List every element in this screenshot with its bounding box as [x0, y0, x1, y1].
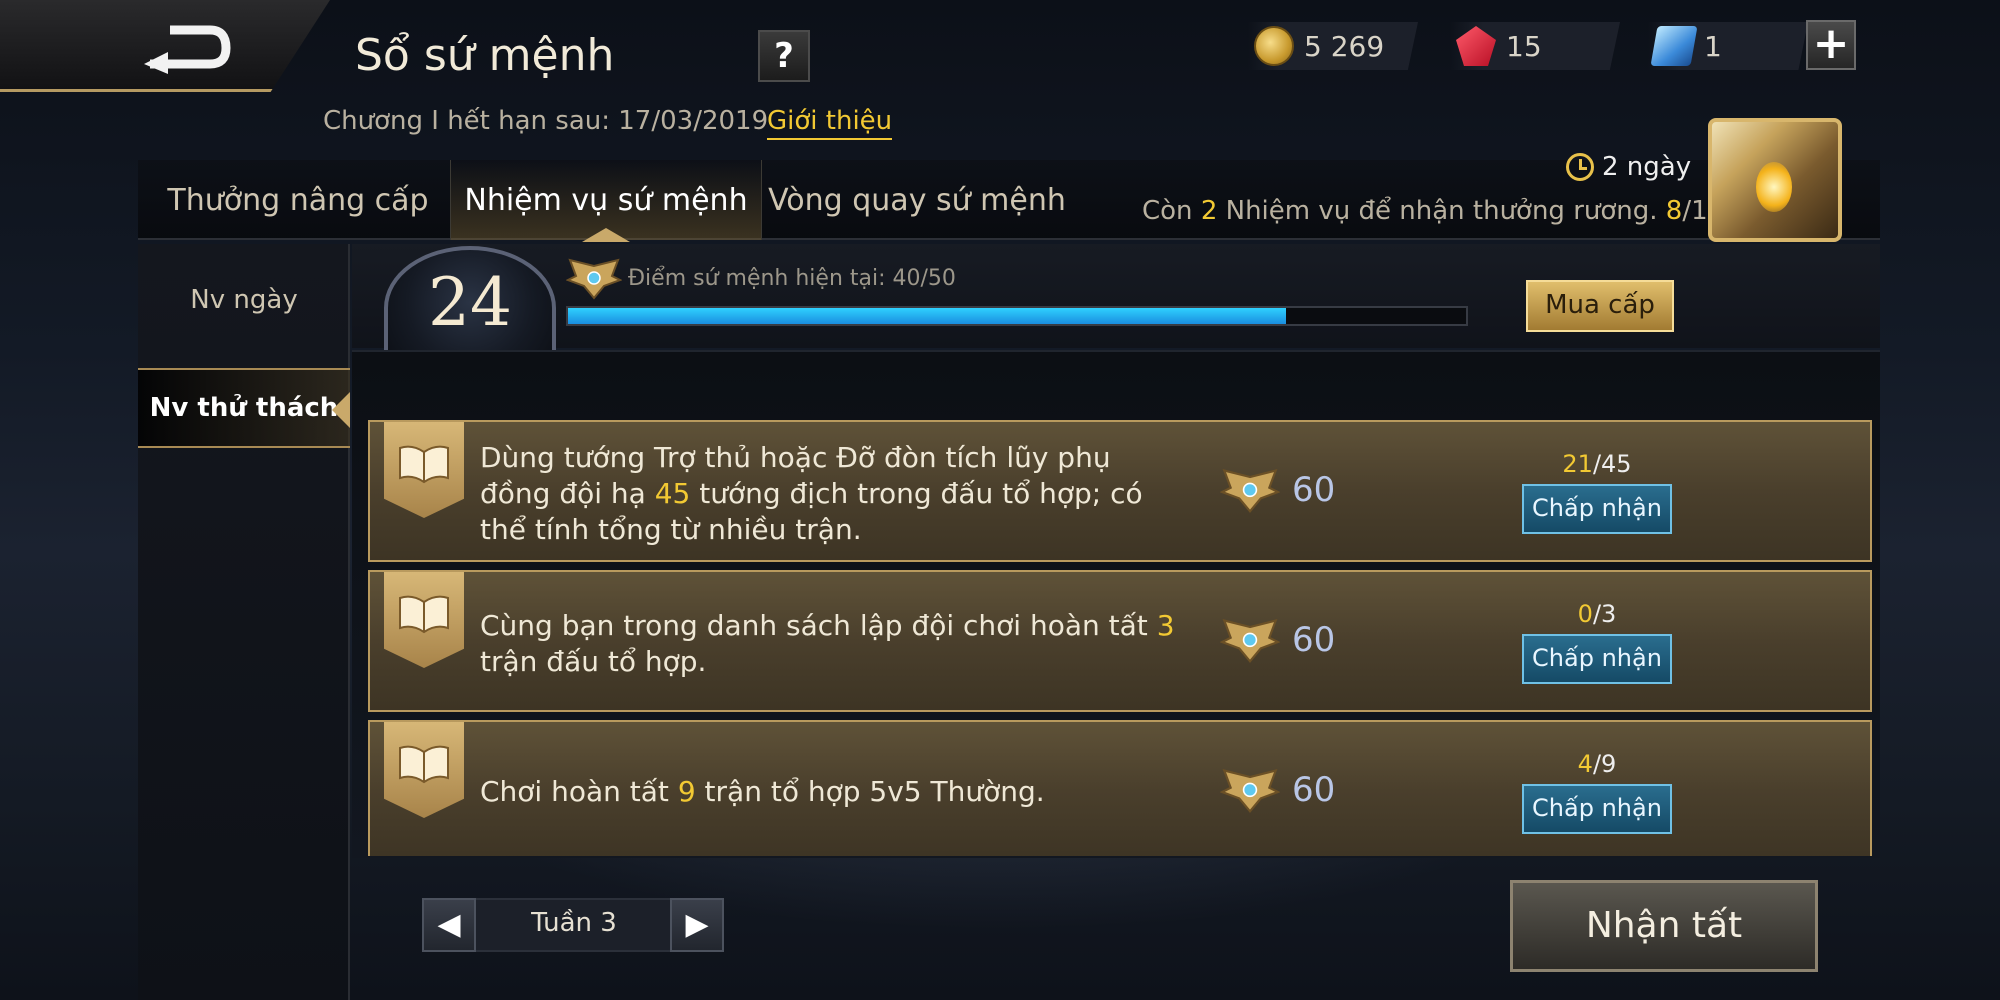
help-button[interactable]: ? [758, 30, 810, 82]
mission-description: Cùng bạn trong danh sách lập đội chơi ho… [480, 609, 1175, 678]
points-label: Điểm sứ mệnh hiện tại: 40/50 [628, 266, 956, 291]
mission-description: Dùng tướng Trợ thủ hoặc Đỡ đòn tích lũy … [480, 441, 1143, 546]
mission-list: Dùng tướng Trợ thủ hoặc Đỡ đòn tích lũy … [360, 410, 1880, 856]
tab-missions[interactable]: Nhiệm vụ sứ mệnh [450, 160, 762, 242]
tab-upgrade-rewards[interactable]: Thưởng nâng cấp [148, 160, 448, 240]
remaining-count: 2 [1200, 196, 1218, 226]
chest-progress-done: 8 [1665, 196, 1683, 226]
week-label: Tuần 3 [531, 908, 617, 938]
mission-points-icon [1220, 619, 1280, 663]
sidebar-item-challenge[interactable]: Nv thử thách [138, 368, 350, 448]
points-progress-fill [568, 308, 1286, 324]
accept-button[interactable]: Chấp nhận [1522, 634, 1672, 684]
mission-description: Chơi hoàn tất 9 trận tổ hợp 5v5 Thường. [480, 775, 1045, 808]
mission-points-icon [566, 258, 622, 300]
gem-amount: 15 [1506, 29, 1542, 63]
buy-level-button[interactable]: Mua cấp [1526, 280, 1674, 332]
clock-icon [1566, 153, 1594, 181]
mission-item: Chơi hoàn tất 9 trận tổ hợp 5v5 Thường. … [368, 720, 1872, 856]
back-button[interactable] [0, 0, 330, 92]
mission-points-icon [1220, 469, 1280, 513]
mission-points: 60 [1292, 770, 1336, 810]
mission-progress: 4/9 [1577, 750, 1617, 778]
mission-badge [384, 722, 464, 818]
mission-points: 60 [1292, 620, 1336, 660]
next-week-button[interactable]: ▶ [670, 898, 724, 952]
card-currency: 1 [1648, 22, 1808, 70]
gold-amount: 5 269 [1304, 29, 1385, 63]
sidebar-item-daily[interactable]: Nv ngày [138, 260, 350, 340]
book-icon [399, 595, 449, 634]
gem-currency: 15 [1450, 22, 1620, 70]
chest-progress-text: Còn 2 Nhiệm vụ để nhận thưởng rương. 8/1… [1142, 196, 1725, 226]
book-icon [399, 745, 449, 784]
book-icon [399, 445, 449, 484]
accept-button[interactable]: Chấp nhận [1522, 484, 1672, 534]
mission-badge [384, 422, 464, 518]
season-expiry-text: Chương I hết hạn sau: 17/03/2019 [323, 106, 769, 136]
mission-item: Dùng tướng Trợ thủ hoặc Đỡ đòn tích lũy … [368, 420, 1872, 562]
mission-progress: 21/45 [1562, 450, 1632, 478]
mission-badge [384, 572, 464, 668]
prev-week-button[interactable]: ◀ [422, 898, 476, 952]
card-amount: 1 [1704, 29, 1722, 63]
gold-currency: 5 269 [1248, 22, 1418, 70]
sidebar [138, 244, 350, 1000]
intro-link[interactable]: Giới thiệu [767, 106, 893, 140]
add-currency-button[interactable]: + [1806, 20, 1856, 70]
chest-timer: 2 ngày [1566, 152, 1691, 182]
level-number: 24 [428, 264, 512, 341]
page-title: Sổ sứ mệnh [355, 30, 615, 81]
gold-coin-icon [1254, 26, 1294, 66]
mission-points-icon [1220, 769, 1280, 813]
accept-button[interactable]: Chấp nhận [1522, 784, 1672, 834]
voucher-card-icon [1650, 26, 1698, 66]
timer-text: 2 ngày [1602, 152, 1692, 182]
tab-mission-spin[interactable]: Vòng quay sứ mệnh [764, 160, 1070, 240]
mission-item: Cùng bạn trong danh sách lập đội chơi ho… [368, 570, 1872, 712]
mission-points: 60 [1292, 470, 1336, 510]
back-arrow-icon [144, 25, 231, 74]
reward-chest-icon[interactable] [1708, 118, 1842, 242]
claim-all-button[interactable]: Nhận tất [1510, 880, 1818, 972]
mission-progress: 0/3 [1577, 600, 1617, 628]
